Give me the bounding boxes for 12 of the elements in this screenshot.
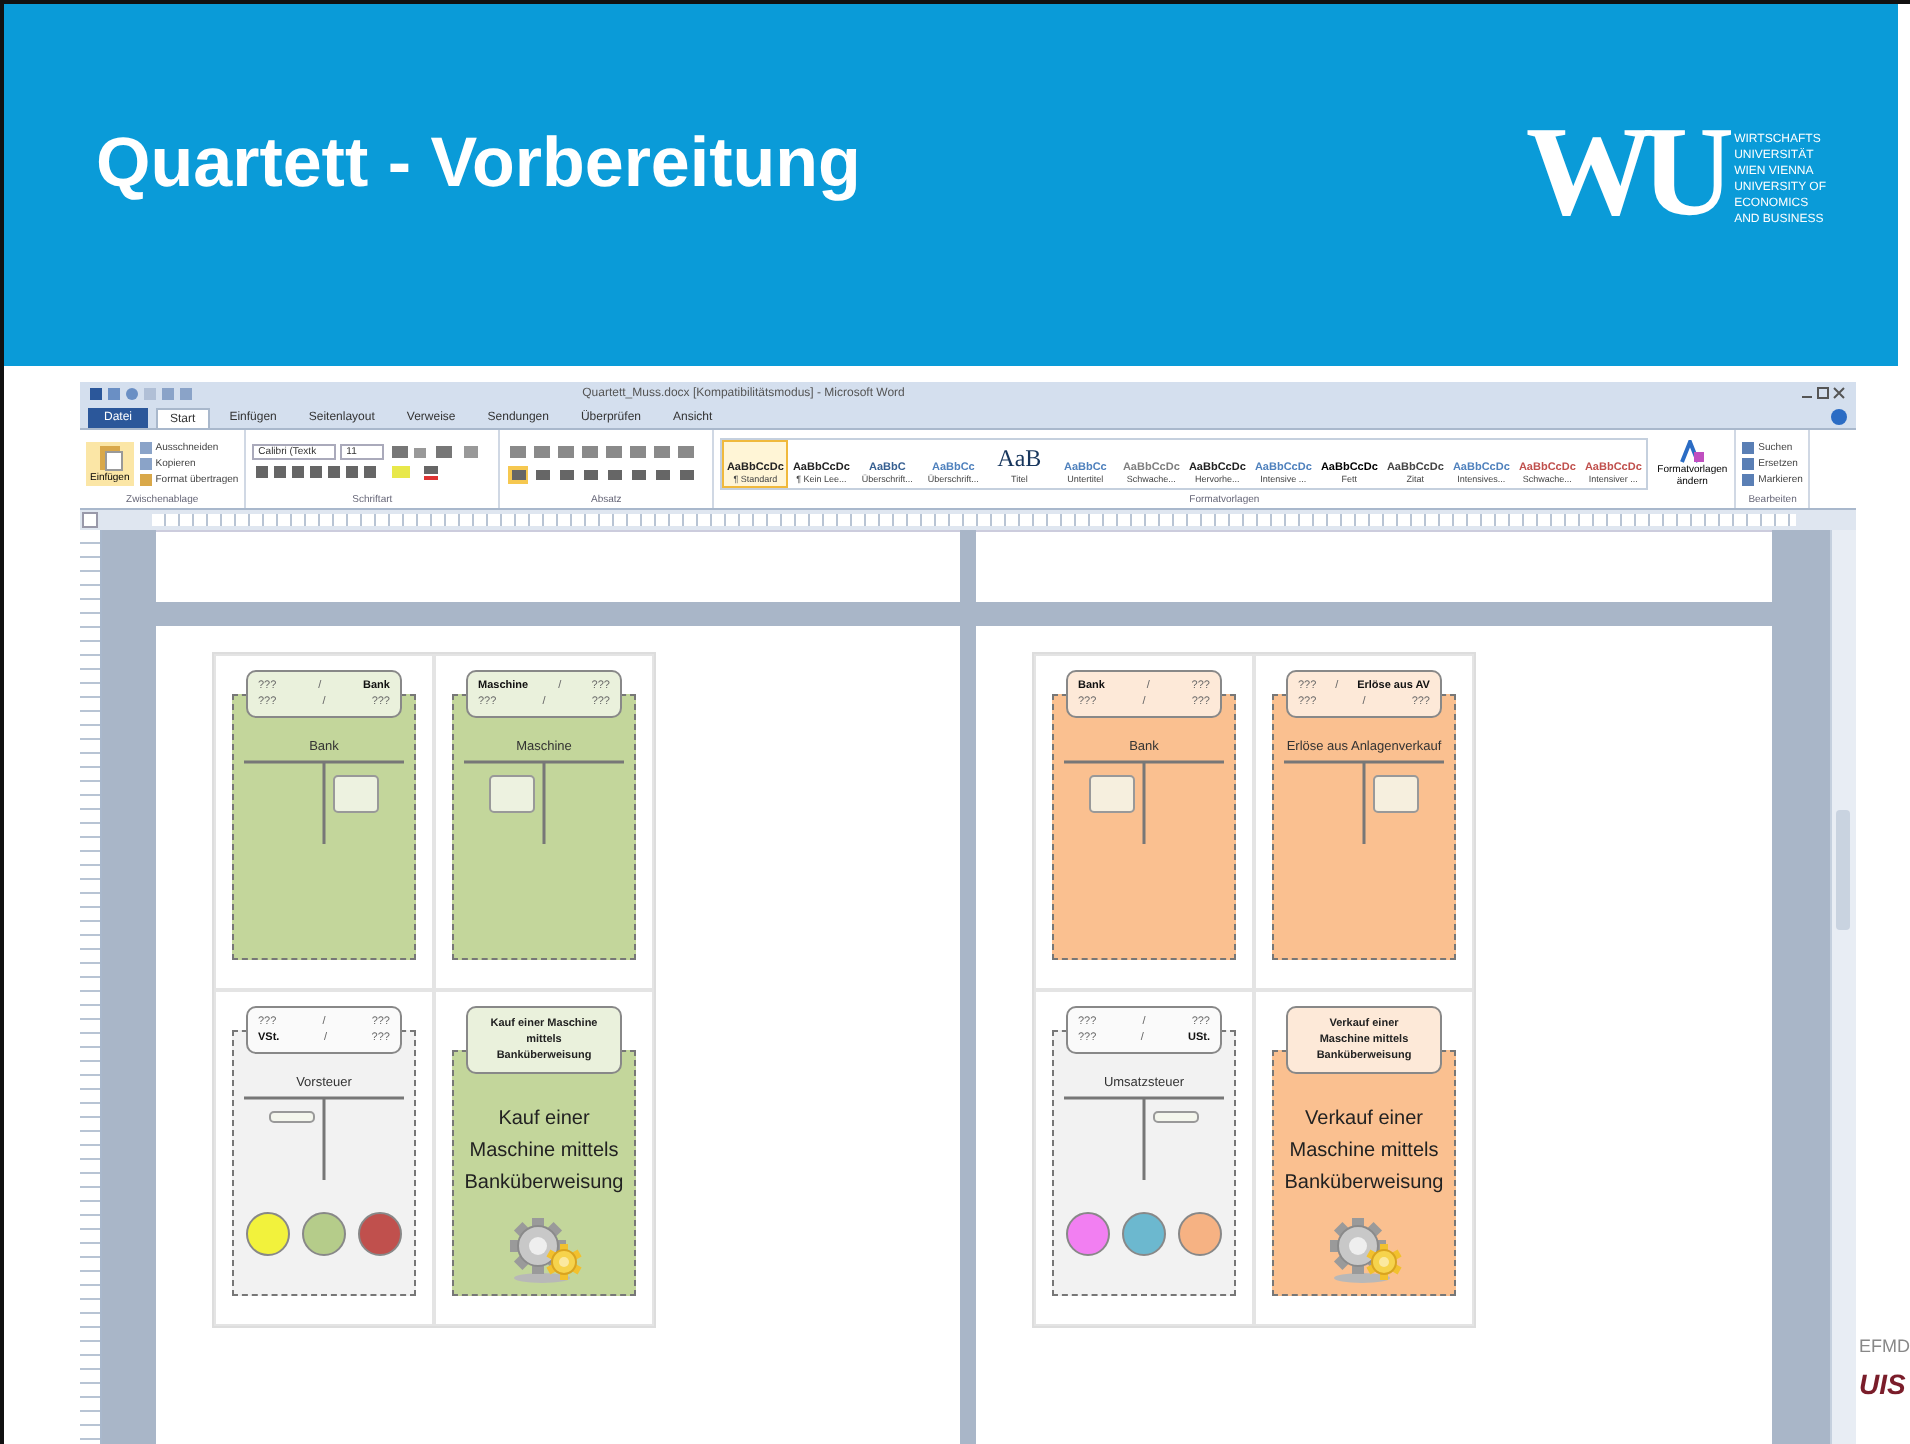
accreditation-logo-text: UIS [1859,1368,1908,1400]
clipboard-icon [95,443,124,471]
accreditation-text: EFMD [1859,1336,1910,1356]
event-text: Kauf einer Maschine mittels Banküberweisung [462,1106,626,1198]
logo-mark: WU [1525,115,1723,227]
help-icon[interactable] [1829,408,1847,426]
letter-a-icon [1678,439,1707,463]
ruler-toggle[interactable] [82,512,98,528]
slide-title: Quartett - Vorbereitung [96,123,861,203]
scroll-bar[interactable] [1829,530,1855,1444]
event-text: Verkauf einer Maschine mittels Banküberweisung [1282,1106,1446,1198]
window-controls-icon[interactable] [1799,386,1847,402]
